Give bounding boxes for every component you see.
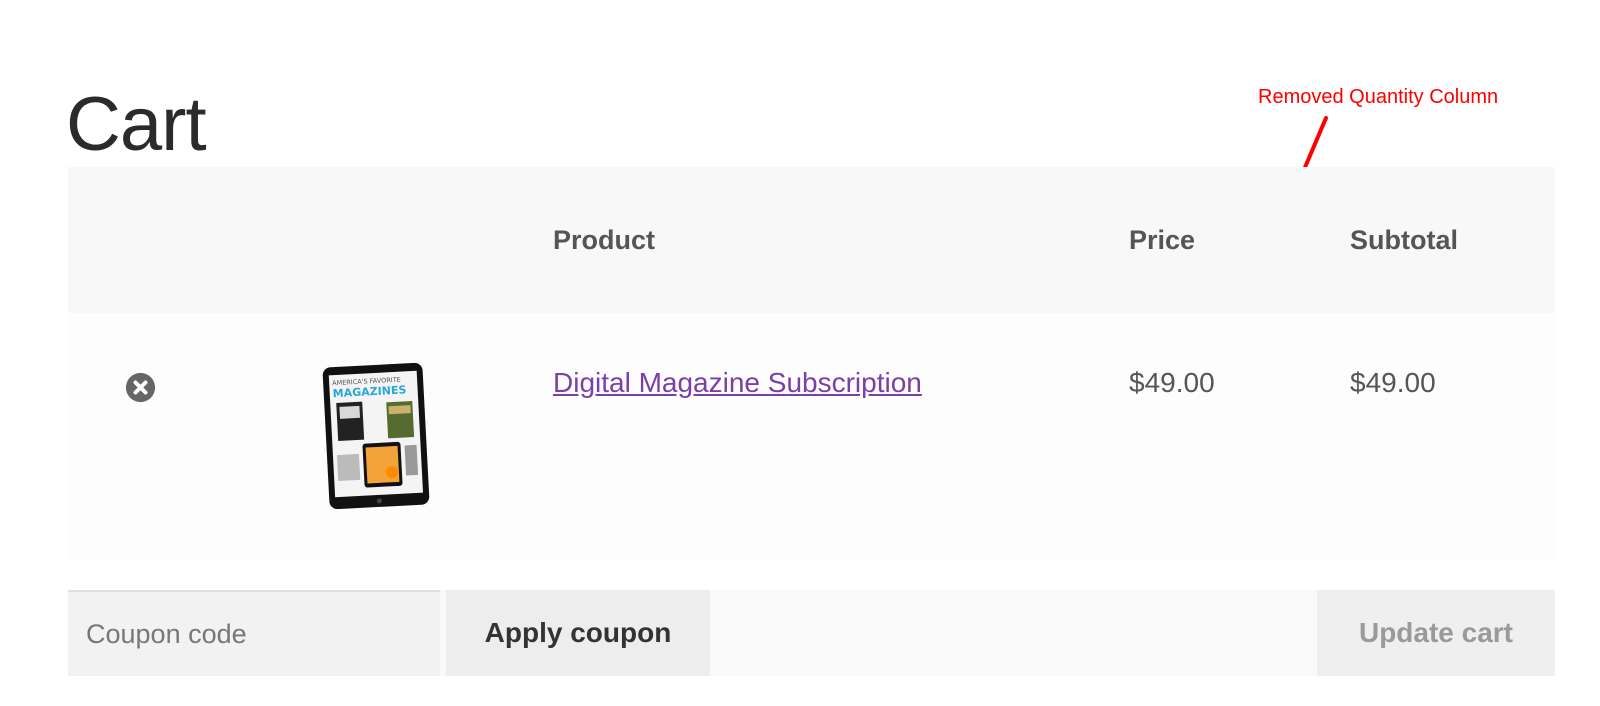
cart-actions: Apply coupon Update cart	[68, 590, 1555, 676]
product-subtotal: $49.00	[1350, 367, 1436, 398]
update-cart-button[interactable]: Update cart	[1317, 590, 1555, 676]
table-header: Product Price Subtotal	[68, 167, 1555, 313]
product-link[interactable]: Digital Magazine Subscription	[553, 367, 922, 399]
cart-table: Product Price Subtotal AMERICA'S FAVORIT…	[68, 167, 1555, 560]
header-price: Price	[1129, 225, 1196, 255]
apply-coupon-button[interactable]: Apply coupon	[446, 590, 710, 676]
header-subtotal: Subtotal	[1350, 225, 1458, 255]
page-title: Cart	[66, 81, 207, 167]
product-thumbnail[interactable]: AMERICA'S FAVORITE MAGAZINES	[322, 363, 430, 509]
product-price: $49.00	[1129, 367, 1215, 398]
header-product: Product	[553, 225, 656, 255]
remove-item-button[interactable]	[126, 373, 155, 402]
close-circle-icon	[126, 373, 155, 402]
table-row: AMERICA'S FAVORITE MAGAZINES Digital Mag…	[68, 313, 1555, 560]
coupon-code-input[interactable]	[68, 590, 440, 676]
annotation-label: Removed Quantity Column	[1258, 86, 1499, 108]
